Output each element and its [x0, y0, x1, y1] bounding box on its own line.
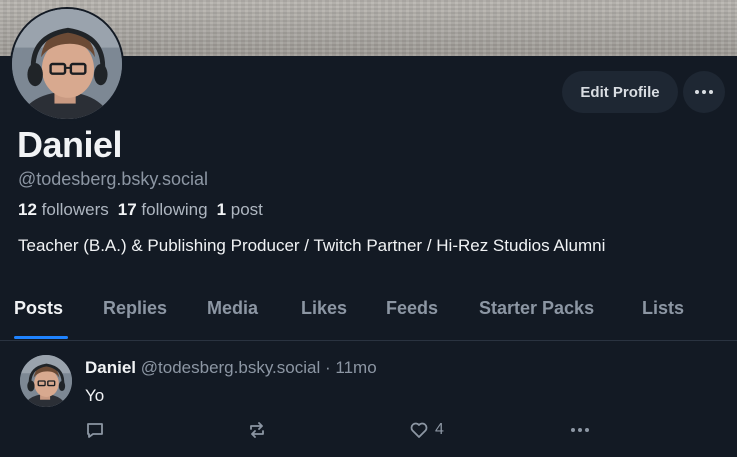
profile-tabs: Posts Replies Media Likes Feeds Starter … — [0, 288, 737, 341]
tab-media[interactable]: Media — [207, 298, 258, 319]
post-author-handle[interactable]: @todesberg.bsky.social — [141, 358, 320, 377]
active-tab-indicator — [14, 336, 68, 339]
reply-icon — [87, 423, 103, 438]
edit-profile-button[interactable]: Edit Profile — [562, 71, 678, 113]
tab-replies[interactable]: Replies — [103, 298, 167, 319]
post-text: Yo — [85, 386, 105, 405]
posts-count: 1 — [216, 200, 227, 219]
followers-count: 12 — [18, 200, 37, 219]
post-timestamp[interactable]: 11mo — [335, 358, 376, 377]
tab-starter-packs[interactable]: Starter Packs — [479, 298, 594, 319]
post-more-button[interactable] — [571, 420, 589, 440]
post-separator: · — [324, 358, 331, 377]
post-header: Daniel @todesberg.bsky.social · 11mo — [85, 358, 377, 378]
tab-feeds[interactable]: Feeds — [386, 298, 438, 319]
post-author-name[interactable]: Daniel — [85, 358, 136, 377]
followers-link[interactable]: 12 followers — [18, 200, 118, 219]
tab-likes[interactable]: Likes — [301, 298, 347, 319]
profile-bio: Teacher (B.A.) & Publishing Producer / T… — [18, 236, 606, 255]
reply-button[interactable] — [85, 420, 105, 440]
profile-handle: @todesberg.bsky.social — [18, 169, 209, 189]
following-count: 17 — [117, 200, 137, 219]
profile-stats: 12 followers 17 following 1 post — [18, 200, 263, 220]
following-label: following — [141, 200, 208, 219]
posts-label: post — [230, 200, 263, 219]
more-options-button[interactable] — [683, 71, 725, 113]
tab-lists[interactable]: Lists — [642, 298, 684, 319]
heart-icon — [410, 422, 428, 438]
like-count: 4 — [435, 421, 444, 438]
repost-button[interactable] — [247, 420, 267, 440]
followers-label: followers — [41, 200, 109, 219]
ellipsis-icon — [695, 90, 713, 94]
profile-display-name: Daniel — [17, 124, 123, 165]
profile-avatar[interactable] — [10, 7, 124, 121]
following-link[interactable]: 17 following — [118, 200, 217, 219]
tab-posts[interactable]: Posts — [14, 298, 63, 319]
like-button[interactable]: 4 — [409, 420, 444, 440]
ellipsis-icon — [571, 428, 589, 432]
post-author-avatar[interactable] — [20, 355, 72, 407]
repost-icon — [250, 422, 264, 438]
posts-stat: 1 post — [217, 200, 263, 219]
